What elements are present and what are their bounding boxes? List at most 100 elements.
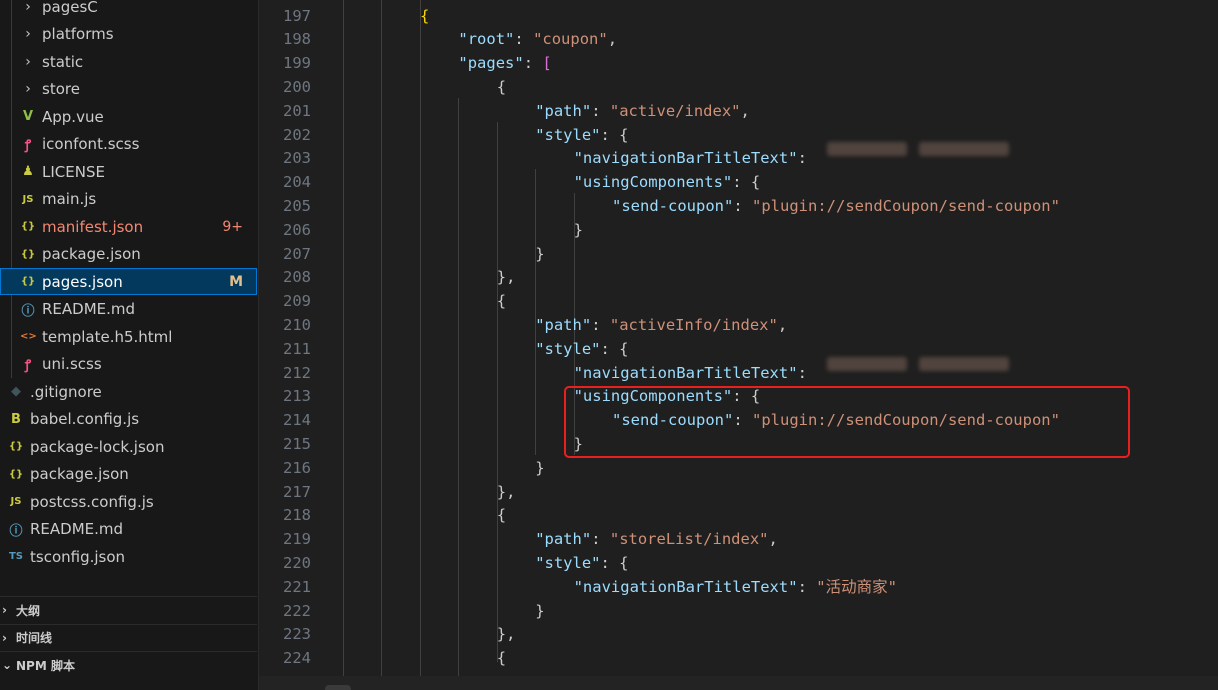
json-punctuation: } <box>535 244 545 263</box>
line-number: 217 <box>283 482 311 501</box>
code-line: 216} <box>259 456 1218 480</box>
javascript-icon: JS <box>10 496 22 507</box>
line-number: 210 <box>283 315 311 334</box>
code-text: } <box>535 599 544 623</box>
json-punctuation: : <box>591 315 610 334</box>
code-line: 224 { <box>259 646 1218 670</box>
json-icon: {} <box>20 248 36 260</box>
file-tree-item[interactable]: ꝭ iconfont.scss <box>0 131 257 158</box>
sidebar-section-header[interactable]: › 时间线 <box>0 623 257 651</box>
code-text: "style": { <box>535 123 628 147</box>
chevron-right-icon: › <box>2 630 7 645</box>
code-line: 209 { <box>259 289 1218 313</box>
json-punctuation: : <box>797 577 817 596</box>
file-tree-item[interactable]: JS postcss.config.js <box>0 488 257 515</box>
json-punctuation: : { <box>732 173 761 192</box>
scrollbar-thumb[interactable] <box>325 685 351 690</box>
code-text: { <box>497 289 506 313</box>
code-text: "usingComponents": { <box>574 170 761 194</box>
json-string: "activeInfo/index" <box>609 315 778 334</box>
file-tree-item[interactable]: › store <box>0 76 257 103</box>
file-tree-item-label: iconfont.scss <box>42 135 140 153</box>
file-tree-item[interactable]: ♟ LICENSE <box>0 158 257 185</box>
file-tree-item[interactable]: {} pages.json M <box>0 268 257 295</box>
file-tree-item-label: .gitignore <box>30 382 102 401</box>
json-key: "send-coupon" <box>612 196 734 215</box>
line-number: 197 <box>283 6 311 25</box>
json-punctuation: { <box>496 649 507 668</box>
json-punctuation: , <box>777 315 788 334</box>
file-tree-item-label: template.h5.html <box>42 327 173 346</box>
json-key: "navigationBarTitleText" <box>573 363 798 382</box>
code-line: 202 "style": { <box>259 123 1218 147</box>
line-number: 204 <box>283 173 311 192</box>
json-key: "path" <box>535 315 592 334</box>
sidebar-section-label: NPM 脚本 <box>16 658 75 673</box>
line-number: 201 <box>283 101 311 120</box>
chevron-right-icon: › <box>2 603 7 617</box>
file-tree-item-label: babel.config.js <box>30 410 140 428</box>
line-number: 215 <box>283 434 311 453</box>
file-tree-item[interactable]: {} package-lock.json <box>0 433 257 460</box>
horizontal-scrollbar[interactable] <box>259 676 1218 690</box>
file-tree-item-label: tsconfig.json <box>30 547 126 566</box>
json-punctuation: : <box>523 54 543 73</box>
json-punctuation: , <box>740 101 750 120</box>
file-tree-item[interactable]: › platforms <box>0 21 257 48</box>
code-text: } <box>535 456 544 480</box>
redacted-text <box>827 357 907 371</box>
file-tree-item[interactable]: › static <box>0 48 257 75</box>
file-tree-item-label: main.js <box>42 190 97 208</box>
line-number: 198 <box>283 30 311 49</box>
code-line: 223}, <box>259 622 1218 646</box>
code-text: }, <box>497 265 516 289</box>
code-line: 212 "navigationBarTitleText": <box>259 361 1218 385</box>
file-tree-item[interactable]: ⓘ README.md <box>0 516 257 543</box>
file-tree-item[interactable]: <> template.h5.html <box>0 323 257 350</box>
file-tree-item[interactable]: › pagesC <box>0 0 257 20</box>
code-line: 199 "pages": [ <box>259 51 1218 75</box>
json-key: "pages" <box>458 54 524 73</box>
file-tree-item[interactable]: ꝭ uni.scss <box>0 351 257 378</box>
file-tree-item-label: package.json <box>42 245 141 263</box>
line-number: 212 <box>283 363 311 382</box>
file-tree-item[interactable]: Bbabel.config.js <box>0 406 257 433</box>
json-icon: {} <box>20 276 36 287</box>
json-key: "navigationBarTitleText" <box>573 577 798 596</box>
file-tree-item-label: README.md <box>30 520 124 538</box>
file-tree-item[interactable]: V App.vue <box>0 103 257 130</box>
sass-icon: ꝭ <box>24 138 32 153</box>
code-text: "path": "activeInfo/index", <box>535 313 787 337</box>
json-key: "style" <box>535 339 601 358</box>
json-string: "active/index" <box>609 101 741 120</box>
file-tree-item[interactable]: {} package.json <box>0 461 257 488</box>
line-number: 222 <box>283 601 311 620</box>
file-tree-item[interactable]: ⓘ README.md <box>0 296 257 323</box>
code-line: 200 { <box>259 75 1218 99</box>
redacted-text <box>827 142 907 156</box>
sidebar-section-label: 时间线 <box>16 631 53 645</box>
sidebar-section-header[interactable]: › 大纲 <box>0 596 257 623</box>
file-tree-item[interactable]: {} package.json <box>0 241 257 268</box>
file-tree-item-label: postcss.config.js <box>30 492 154 511</box>
file-tree-item[interactable]: ◆ .gitignore <box>0 378 257 405</box>
file-tree-item-label: package.json <box>30 465 129 483</box>
code-text: "send-coupon": "plugin://sendCoupon/send… <box>612 194 1060 218</box>
file-tree-item[interactable]: JS main.js <box>0 186 257 213</box>
code-text: { <box>497 75 506 99</box>
file-tree-item[interactable]: TS tsconfig.json <box>0 543 257 570</box>
code-editor[interactable]: 197{198 "root": "coupon", 199 "pages": [200… <box>259 0 1218 690</box>
json-key: "style" <box>535 125 601 144</box>
sidebar-section-header[interactable]: ⌄ NPM 脚本 <box>0 651 257 678</box>
code-line: 201 "path": "active/index", <box>259 99 1218 123</box>
code-line: 204 "usingComponents": { <box>259 170 1218 194</box>
json-key: "style" <box>535 553 601 572</box>
file-tree-item-label: README.md <box>42 300 136 318</box>
json-icon: {} <box>20 221 36 232</box>
explorer-sidebar: › pagesC › platforms › static › store V App.vue ꝭ i… <box>0 0 259 690</box>
file-tree-item[interactable]: {} manifest.json 9+ <box>0 213 257 240</box>
typescript-icon: TS <box>8 551 24 562</box>
json-punctuation: } <box>573 220 583 239</box>
code-line: 222} <box>259 599 1218 623</box>
json-key: "path" <box>535 530 592 549</box>
